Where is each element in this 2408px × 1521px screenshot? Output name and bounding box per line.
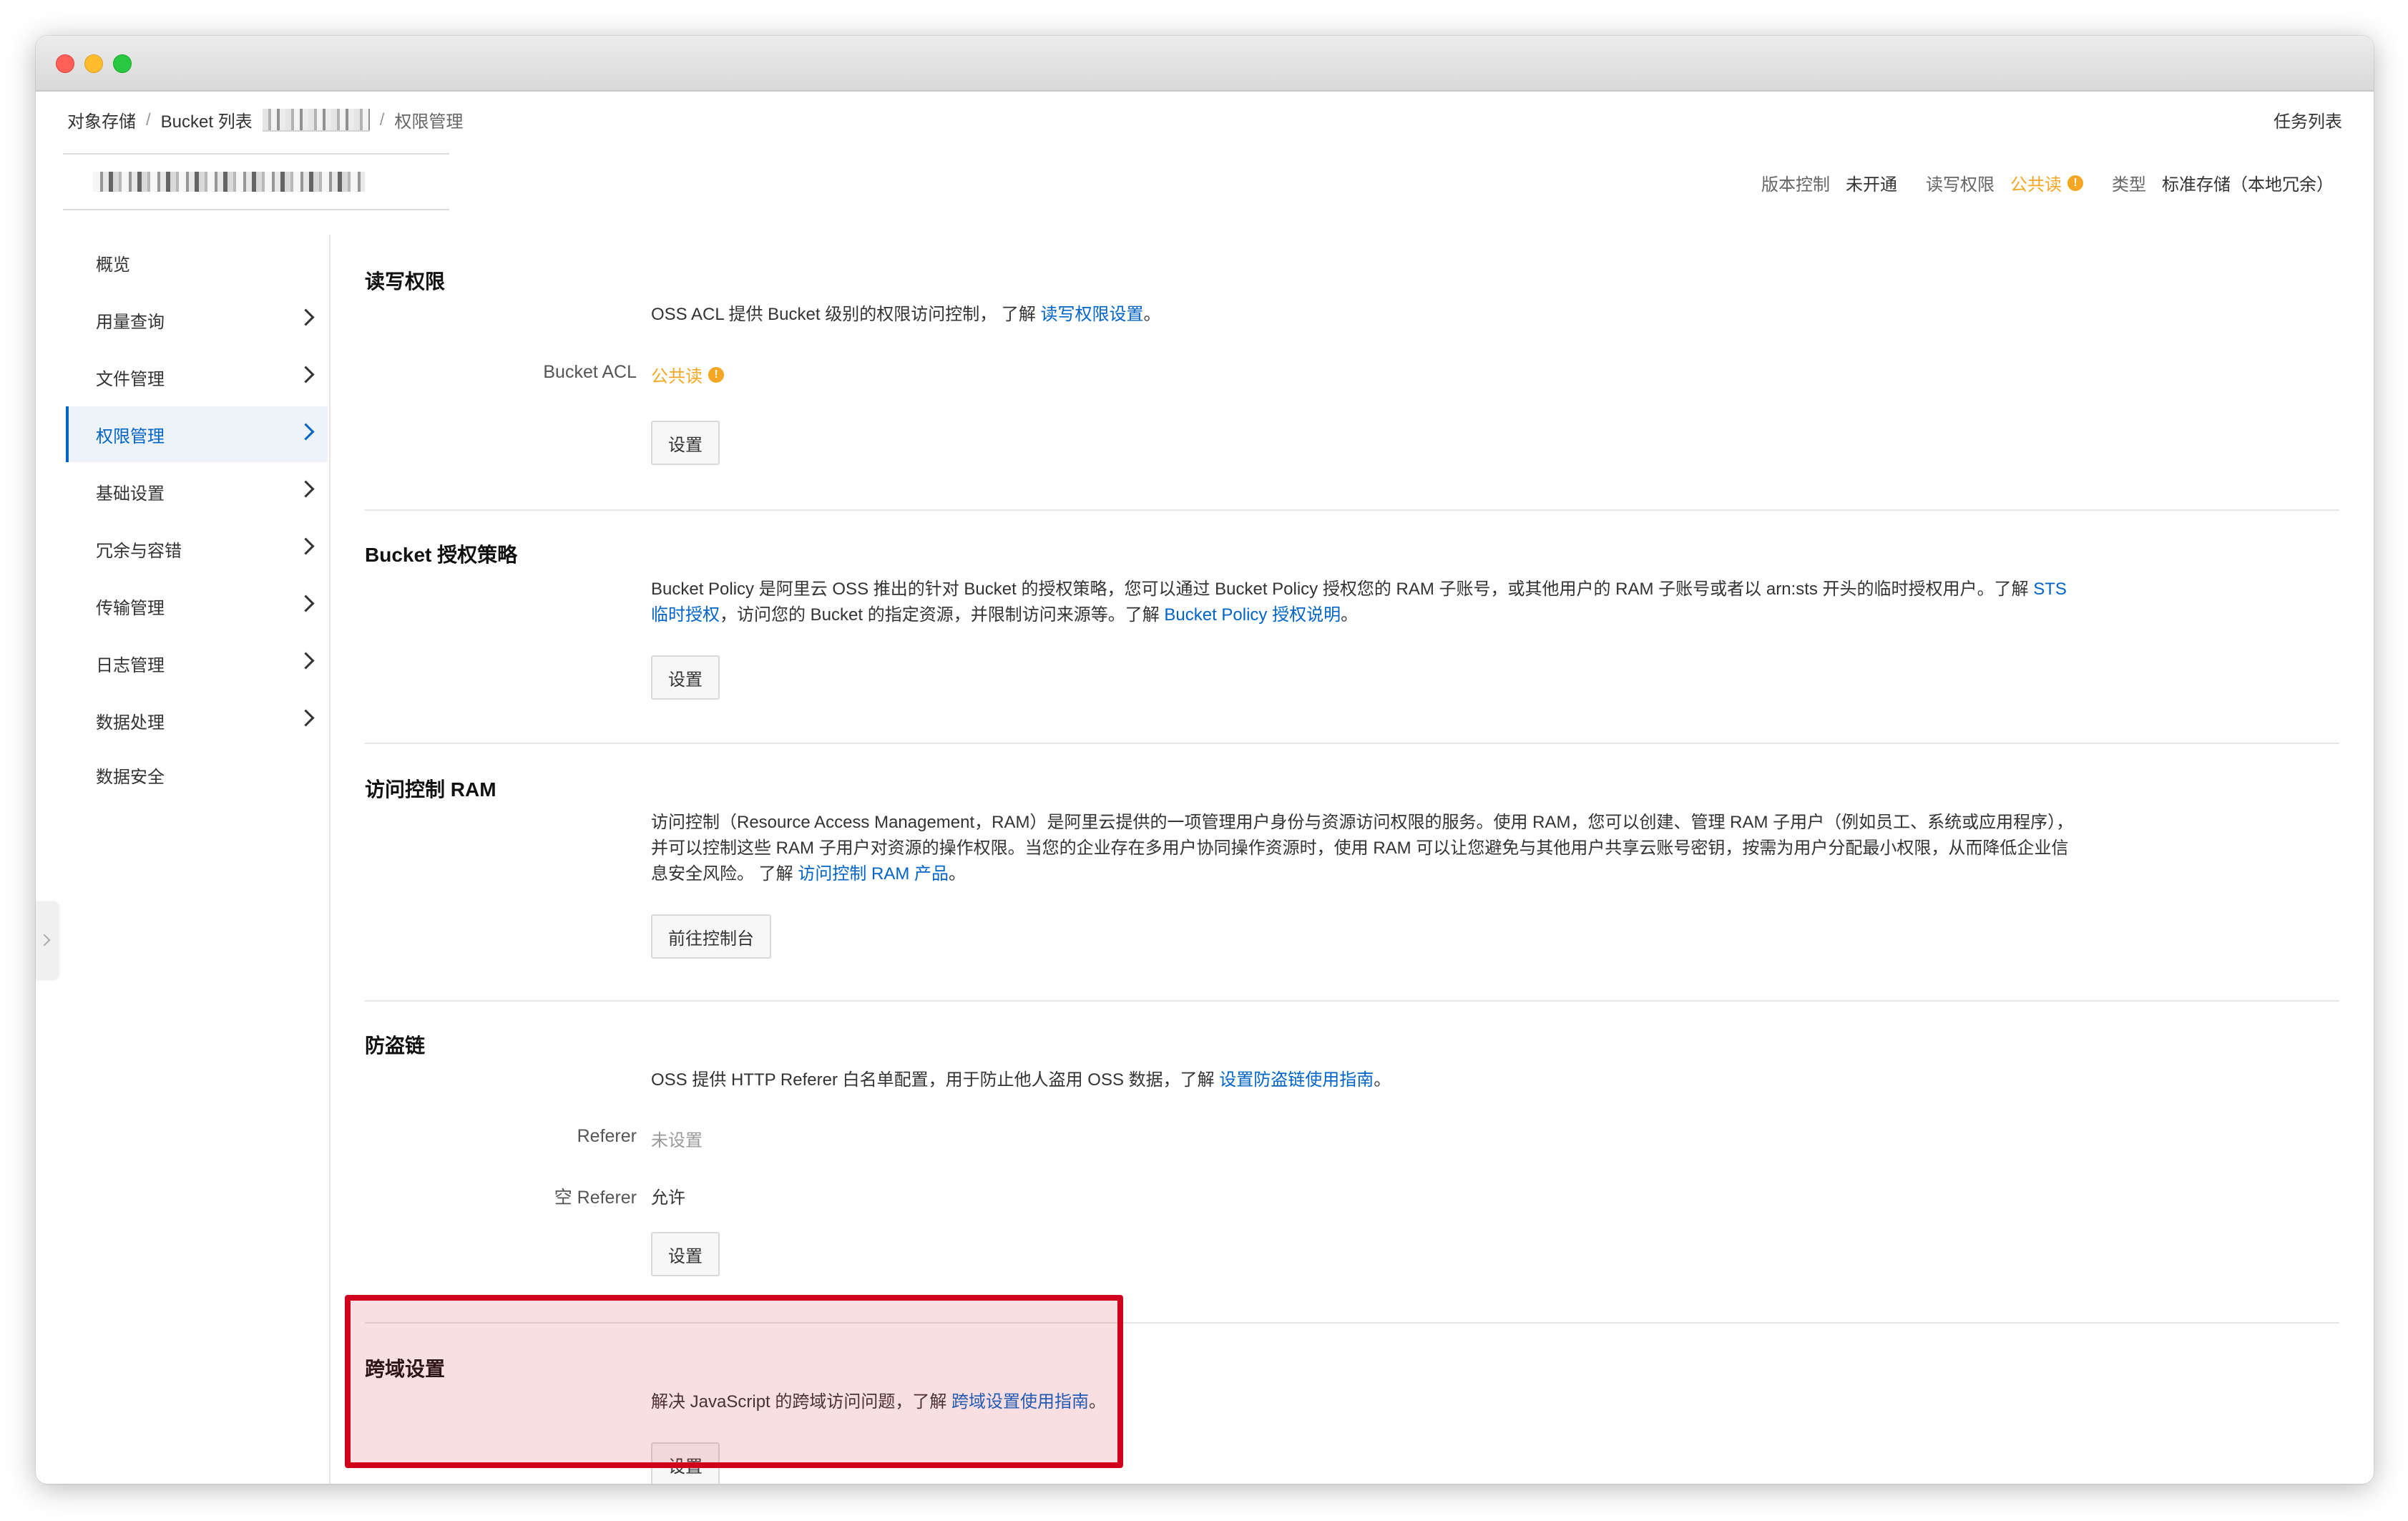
description-end: 。 [1341,605,1359,625]
ram-product-link[interactable]: 访问控制 RAM 产品 [798,864,949,884]
bucket-acl-label: Bucket ACL [543,362,637,382]
sidebar-item-label: 用量查询 [96,312,165,332]
section-description: OSS 提供 HTTP Referer 白名单配置，用于防止他人盗用 OSS 数… [651,1067,2082,1093]
referer-value: 未设置 [651,1131,703,1150]
cors-highlight-box [345,1295,1123,1468]
bucket-info-bar: 版本控制 未开通 读写权限 公共读 ! 类型 标准存储（本地冗余） [1761,170,2334,195]
description-text: ，访问您的 Bucket 的指定资源，并限制访问来源等。了解 [720,605,1165,625]
sidebar-item-label: 冗余与容错 [96,541,182,561]
chevron-right-icon [297,366,315,383]
chevron-right-icon [38,934,51,947]
sidebar-collapse-toggle[interactable] [36,901,59,980]
bucket-name-selector[interactable] [63,153,449,210]
top-bar: 对象存储 / Bucket 列表 / 权限管理 任务列表 [36,92,2374,139]
empty-referer-value: 允许 [651,1188,685,1208]
minimize-window-button[interactable] [84,54,103,73]
maximize-window-button[interactable] [113,54,132,73]
sidebar-item-label: 传输管理 [96,598,165,618]
window-titlebar [36,36,2374,92]
breadcrumb-current: 权限管理 [394,112,464,132]
rw-permission-text: 公共读 [2010,175,2062,195]
sidebar-item-basic-settings[interactable]: 基础设置 [66,464,328,519]
referer-guide-link[interactable]: 设置防盗链使用指南 [1219,1070,1374,1090]
sidebar-item-label: 权限管理 [96,426,165,446]
chevron-right-icon [297,709,315,727]
chevron-right-icon [297,595,315,612]
rw-permission-value: 公共读 ! [2010,170,2083,195]
sidebar-item-label: 概览 [96,255,130,275]
warning-icon: ! [2067,175,2083,191]
bucket-name-redacted [93,172,365,192]
section-divider [365,1000,2339,1002]
section-description: Bucket Policy 是阿里云 OSS 推出的针对 Bucket 的授权策… [651,577,2082,628]
sidebar-item-data-security[interactable]: 数据安全 [66,747,328,803]
close-window-button[interactable] [56,54,74,73]
description-text: OSS ACL 提供 Bucket 级别的权限访问控制， 了解 [651,305,1041,324]
breadcrumb-root[interactable]: 对象存储 [67,107,136,132]
task-list-link[interactable]: 任务列表 [2274,107,2342,132]
description-end: 。 [949,864,966,884]
breadcrumb: 对象存储 / Bucket 列表 / 权限管理 [67,107,463,132]
chevron-right-icon [297,537,315,555]
sidebar-item-permissions[interactable]: 权限管理 [66,406,328,462]
sidebar-item-label: 基础设置 [96,484,165,504]
sidebar-item-logs[interactable]: 日志管理 [66,635,328,691]
section-description: 访问控制（Resource Access Management，RAM）是阿里云… [651,810,2082,887]
policy-settings-button[interactable]: 设置 [651,655,720,700]
version-control-value: 未开通 [1846,175,1897,195]
section-title: 访问控制 RAM [365,778,496,801]
breadcrumb-bucket-list[interactable]: Bucket 列表 [161,107,253,132]
section-divider [365,509,2339,511]
section-title: 防盗链 [365,1035,426,1057]
sidebar-item-usage[interactable]: 用量查询 [66,292,328,348]
sidebar-item-transfer[interactable]: 传输管理 [66,578,328,634]
section-title: 读写权限 [365,270,446,293]
sidebar-item-redundancy[interactable]: 冗余与容错 [66,521,328,577]
section-divider [365,743,2339,744]
description-text: OSS 提供 HTTP Referer 白名单配置，用于防止他人盗用 OSS 数… [651,1070,1220,1090]
section-description: OSS ACL 提供 Bucket 级别的权限访问控制， 了解 读写权限设置。 [651,302,2082,328]
chevron-right-icon [297,308,315,326]
bucket-acl-text: 公共读 [651,367,703,386]
breadcrumb-bucket-name-redacted[interactable] [262,108,370,132]
browser-window: 对象存储 / Bucket 列表 / 权限管理 任务列表 版本控制 未开通 读写… [36,36,2374,1484]
referer-settings-button[interactable]: 设置 [651,1232,720,1276]
bucket-acl-value: 公共读 ! [651,362,724,387]
storage-type-value: 标准存储（本地冗余） [2162,175,2334,195]
rw-permission-label: 读写权限 [1926,175,1995,195]
description-end: 。 [1374,1070,1391,1090]
sidebar-item-files[interactable]: 文件管理 [66,349,328,405]
referer-label: Referer [577,1126,637,1146]
warning-icon: ! [708,366,724,383]
chevron-right-icon [297,423,315,441]
section-title: Bucket 授权策略 [365,544,518,566]
version-control-label: 版本控制 [1761,175,1830,195]
sidebar-item-overview[interactable]: 概览 [66,235,328,290]
goto-console-button[interactable]: 前往控制台 [651,914,771,959]
sidebar-item-label: 数据处理 [96,713,165,733]
sidebar: 概览 用量查询 文件管理 权限管理 基础设置 冗余与容错 传输管理 日志管理 数… [66,235,331,1484]
sidebar-item-data-processing[interactable]: 数据处理 [66,693,328,748]
breadcrumb-separator: / [146,109,151,129]
chevron-right-icon [297,652,315,670]
acl-settings-button[interactable]: 设置 [651,421,720,465]
empty-referer-label: 空 Referer [554,1188,637,1208]
bucket-policy-doc-link[interactable]: Bucket Policy 授权说明 [1164,605,1341,625]
chevron-right-icon [297,480,315,498]
breadcrumb-separator: / [379,109,385,129]
sidebar-item-label: 日志管理 [96,655,165,675]
acl-settings-link[interactable]: 读写权限设置 [1041,305,1144,324]
description-end: 。 [1143,305,1161,324]
sidebar-item-label: 数据安全 [96,767,165,787]
sidebar-item-label: 文件管理 [96,369,165,389]
description-text: Bucket Policy 是阿里云 OSS 推出的针对 Bucket 的授权策… [651,579,2034,599]
storage-type-label: 类型 [2112,175,2146,195]
